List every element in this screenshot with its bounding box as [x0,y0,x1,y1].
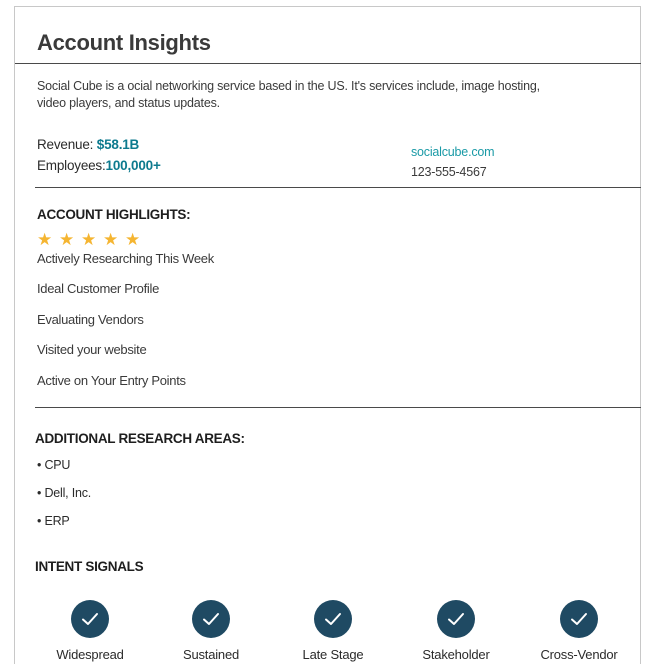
intent-signal: Late Stage [283,600,383,662]
check-circle-icon [71,600,109,638]
intent-signal-label: Late Stage [302,647,364,662]
intent-signal-label: Sustained [182,647,240,662]
title-divider [15,63,641,64]
revenue-stat: Revenue: $58.1B [37,137,139,152]
research-item: • Dell, Inc. [37,486,92,500]
star-icon: ★ [81,230,97,249]
intent-signal: Stakeholder [406,600,506,662]
star-icon: ★ [37,230,53,249]
highlight-item: Ideal Customer Profile [37,281,160,296]
phone-number: 123-555-4567 [411,165,487,179]
highlights-heading: ACCOUNT HIGHLIGHTS: [37,207,191,222]
intent-signal-label: Stakeholder [422,647,490,662]
check-circle-icon [560,600,598,638]
website-link[interactable]: socialcube.com [411,145,495,159]
intent-signal: Cross-Vendor [529,600,629,662]
check-circle-icon [192,600,230,638]
employees-value: 100,000+ [105,158,161,173]
highlight-item: Actively Researching This Week [37,251,214,266]
account-insights-card: Account Insights Social Cube is a ocial … [14,6,641,664]
employees-stat: Employees:100,000+ [37,158,161,173]
rating-stars: ★ ★ ★ ★ ★ [37,231,143,248]
star-icon: ★ [125,230,141,249]
check-circle-icon [314,600,352,638]
research-item: • CPU [37,458,71,472]
check-circle-icon [437,600,475,638]
revenue-label: Revenue: [37,137,94,152]
stats-divider [35,187,641,188]
highlights-divider [35,407,641,408]
employees-label: Employees: [37,158,106,173]
intent-signal: Sustained [161,600,261,662]
star-icon: ★ [103,230,119,249]
highlight-item: Visited your website [37,342,147,357]
intent-heading: INTENT SIGNALS [35,559,144,574]
page-title: Account Insights [37,30,211,55]
star-icon: ★ [59,230,75,249]
intent-signal-label: Cross-Vendor [540,647,618,662]
intent-signal-label: Widespread [56,647,124,662]
research-item: • ERP [37,514,70,528]
highlight-item: Active on Your Entry Points [37,373,186,388]
highlight-item: Evaluating Vendors [37,312,144,327]
company-description: Social Cube is a ocial networking servic… [37,79,540,110]
research-heading: ADDITIONAL RESEARCH AREAS: [35,431,245,446]
intent-signal: Widespread [40,600,140,662]
revenue-value: $58.1B [96,137,140,152]
